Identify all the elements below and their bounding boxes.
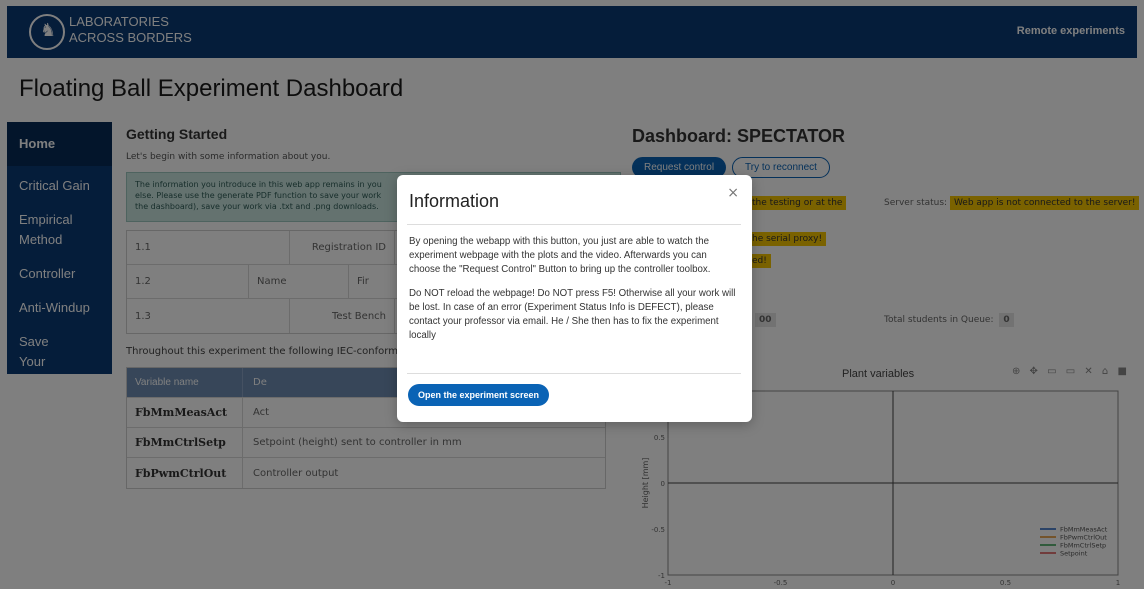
modal-divider	[407, 224, 741, 225]
modal-body: By opening the webapp with this button, …	[409, 235, 739, 343]
modal-paragraph-2: Do NOT reload the webpage! Do NOT press …	[409, 288, 736, 341]
modal-paragraph-1: By opening the webapp with this button, …	[409, 236, 711, 275]
close-icon[interactable]: ×	[727, 185, 739, 201]
information-modal: Information × By opening the webapp with…	[397, 175, 752, 422]
open-experiment-button[interactable]: Open the experiment screen	[408, 384, 550, 406]
modal-title: Information	[409, 191, 500, 211]
modal-divider	[407, 373, 741, 374]
